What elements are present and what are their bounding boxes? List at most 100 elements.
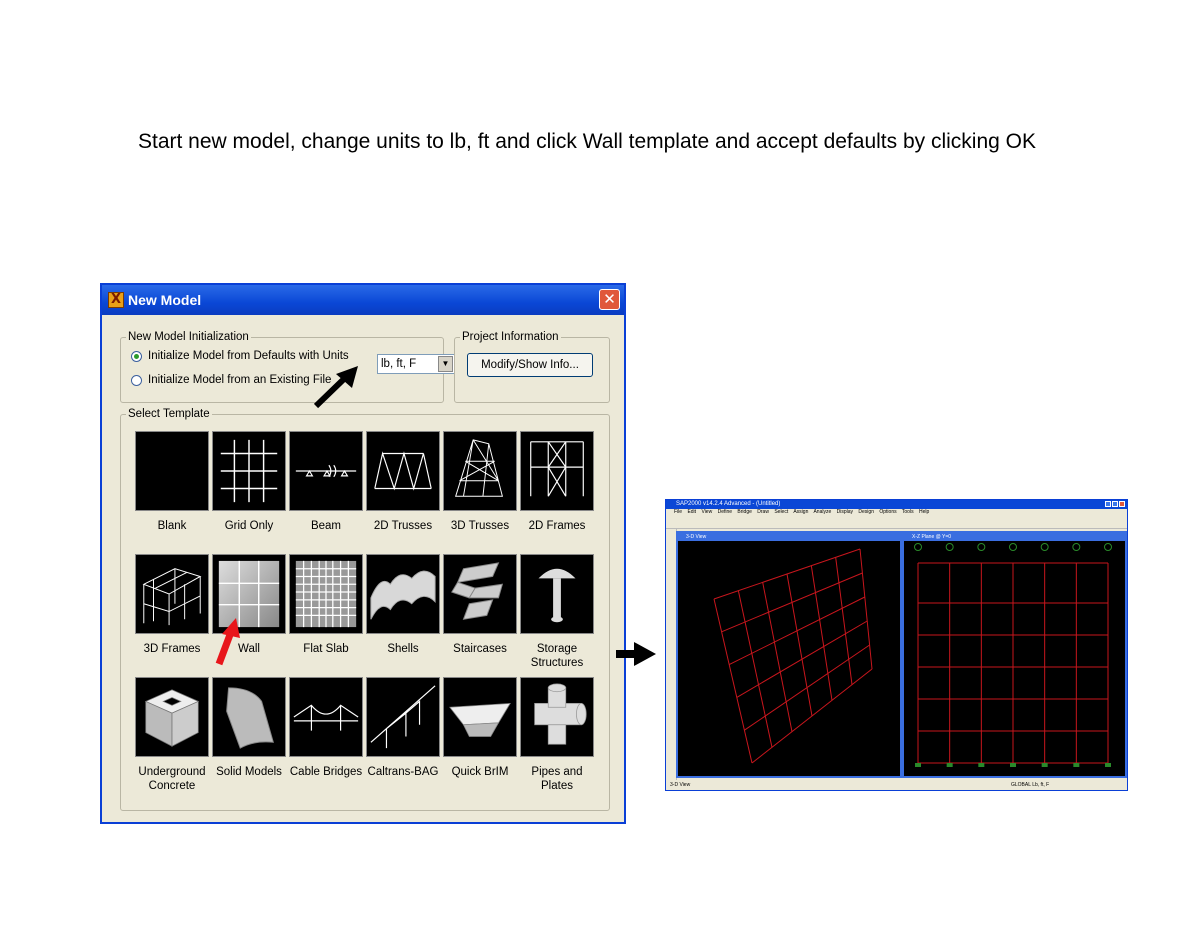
- dialog-title: New Model: [128, 292, 202, 308]
- minimize-icon[interactable]: [1105, 501, 1111, 507]
- chevron-down-icon[interactable]: ▼: [438, 356, 453, 372]
- template-label: Pipes and Plates: [531, 766, 583, 792]
- template-label: Quick BrIM: [451, 766, 509, 778]
- instruction-text: Start new model, change units to lb, ft …: [138, 130, 1037, 153]
- sap-app-icon: X: [108, 292, 124, 308]
- template-flat-slab[interactable]: Flat Slab: [289, 554, 363, 656]
- pointer-arrow-red: [215, 618, 240, 666]
- grid-line: [744, 644, 870, 731]
- units-value: lb, ft, F: [381, 358, 417, 370]
- template-label: Flat Slab: [303, 643, 349, 655]
- template-solid-models[interactable]: Solid Models: [212, 677, 286, 779]
- modify-show-info-button[interactable]: Modify/Show Info...: [467, 353, 593, 377]
- template-label: Grid Only: [224, 520, 274, 532]
- template-label: Underground Concrete: [138, 766, 206, 792]
- select-template-group-label: Select Template: [126, 407, 212, 421]
- template-label: Shells: [387, 643, 419, 655]
- radio-defaults-label: Initialize Model from Defaults with Unit…: [148, 350, 349, 362]
- radio-defaults[interactable]: [131, 350, 142, 362]
- template-staircases[interactable]: Staircases: [443, 554, 517, 656]
- template-label: Storage Structures: [530, 643, 584, 669]
- grid-line: [728, 596, 866, 666]
- grid-line: [810, 565, 833, 701]
- template-label: Staircases: [453, 643, 507, 655]
- sap-title-text: SAP2000 v14.2.4 Advanced - (Untitled): [676, 501, 781, 507]
- wall-elevation-model: [914, 543, 1112, 767]
- template-2d-trusses[interactable]: 2D Trusses: [366, 431, 440, 533]
- initialization-group-label: New Model Initialization: [126, 330, 251, 344]
- template-label: Beam: [310, 520, 342, 532]
- cable-bridges-thumb: [289, 677, 363, 757]
- units-select[interactable]: lb, ft, F ▼: [377, 354, 455, 374]
- grid-only-thumb: [212, 431, 286, 511]
- project-info-group-label: Project Information: [460, 330, 561, 344]
- grid-line: [713, 598, 753, 764]
- template-label: 3D Frames: [143, 643, 201, 655]
- template-beam[interactable]: Beam: [289, 431, 363, 533]
- status-left: 3-D View: [670, 782, 691, 788]
- sap-window-buttons: [1105, 501, 1125, 507]
- pane-3d-view[interactable]: 3-D View: [676, 531, 902, 778]
- template-3d-trusses[interactable]: 3D Trusses: [443, 431, 517, 533]
- grid-line: [751, 668, 873, 764]
- pointer-arrow-right: [616, 642, 656, 666]
- quick-brim-thumb: [443, 677, 517, 757]
- template-storage-structures[interactable]: Storage Structures: [520, 554, 594, 670]
- template-label: Solid Models: [216, 766, 282, 778]
- sap-statusbar: 3-D View GLOBAL Lb, ft, F: [666, 780, 1127, 790]
- pointer-arrow-black: [313, 366, 358, 409]
- grid-bubble: [945, 543, 954, 551]
- radio-file-row[interactable]: Initialize Model from an Existing File: [131, 374, 331, 386]
- support-icon: [1041, 763, 1048, 767]
- 3d-frames-thumb: [135, 554, 209, 634]
- support-icon: [1073, 763, 1080, 767]
- storage-structures-thumb: [520, 554, 594, 634]
- template-blank[interactable]: Blank: [135, 431, 209, 533]
- template-label: 2D Trusses: [373, 520, 433, 532]
- template-underground-concrete[interactable]: Underground Concrete: [135, 677, 209, 793]
- sap-toolbar[interactable]: [666, 516, 1127, 529]
- grid-bubble: [1104, 543, 1112, 551]
- close-icon[interactable]: [1119, 501, 1125, 507]
- template-3d-frames[interactable]: 3D Frames: [135, 554, 209, 656]
- grid-bubble: [1009, 543, 1017, 551]
- 2d-frames-thumb: [520, 431, 594, 511]
- template-caltrans-bag[interactable]: Caltrans-BAG: [366, 677, 440, 779]
- template-shells[interactable]: Shells: [366, 554, 440, 656]
- support-icon: [946, 763, 953, 767]
- radio-file-label: Initialize Model from an Existing File: [148, 374, 332, 386]
- template-label: 3D Trusses: [450, 520, 510, 532]
- radio-file[interactable]: [131, 374, 142, 386]
- template-2d-frames[interactable]: 2D Frames: [520, 431, 594, 533]
- template-label: Cable Bridges: [289, 766, 363, 778]
- template-quick-brim[interactable]: Quick BrIM: [443, 677, 517, 779]
- template-grid-only[interactable]: Grid Only: [212, 431, 286, 533]
- template-cable-bridges[interactable]: Cable Bridges: [289, 677, 363, 779]
- template-pipes-and-plates[interactable]: Pipes and Plates: [520, 677, 594, 793]
- status-right: GLOBAL Lb, ft, F: [1011, 782, 1050, 788]
- dialog-titlebar[interactable]: X New Model ✕: [102, 285, 624, 315]
- staircases-thumb: [443, 554, 517, 634]
- sap-menubar[interactable]: File Edit View Define Bridge Draw Select…: [666, 509, 1127, 516]
- sap-titlebar[interactable]: SAP2000 v14.2.4 Advanced - (Untitled): [666, 500, 1127, 509]
- sap2000-window: SAP2000 v14.2.4 Advanced - (Untitled) Fi…: [665, 499, 1128, 791]
- grid-bubble: [914, 543, 922, 551]
- grid-bubble: [977, 543, 986, 551]
- initialization-group: New Model Initialization Initialize Mode…: [120, 330, 455, 403]
- pane-3d-title: 3-D View: [678, 533, 900, 541]
- maximize-icon[interactable]: [1112, 501, 1118, 507]
- support-icon: [1105, 763, 1111, 767]
- grid-bubble: [1072, 543, 1081, 551]
- 3d-trusses-thumb: [443, 431, 517, 511]
- close-icon[interactable]: ✕: [599, 289, 620, 310]
- new-model-dialog: X New Model ✕ New Model Initialization I…: [100, 283, 626, 824]
- shells-thumb: [366, 554, 440, 634]
- flat-slab-thumb: [289, 554, 363, 634]
- underground-concrete-thumb: [135, 677, 209, 757]
- grid-line: [736, 620, 868, 698]
- project-info-group: Project Information Modify/Show Info...: [454, 330, 610, 403]
- template-label: Blank: [157, 520, 187, 532]
- pane-xz-view[interactable]: X-Z Plane @ Y=0: [902, 531, 1127, 778]
- grid-bubble: [1040, 543, 1049, 551]
- radio-defaults-row[interactable]: Initialize Model from Defaults with Unit…: [131, 350, 349, 362]
